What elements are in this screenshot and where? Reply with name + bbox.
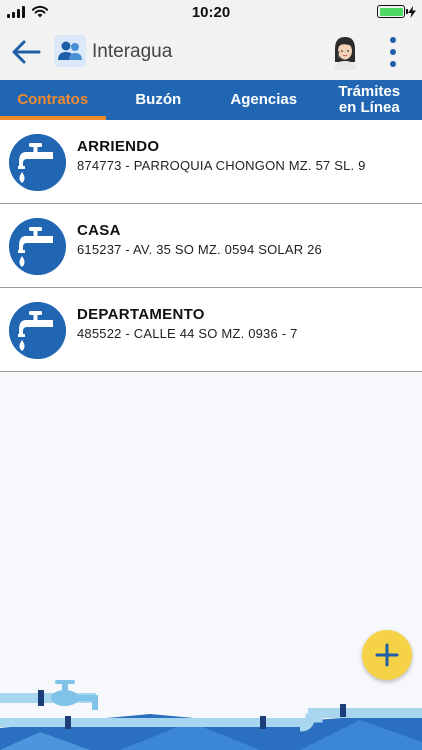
app-logo — [54, 35, 86, 67]
contract-detail: 874773 - PARROQUIA CHONGON MZ. 57 SL. 9 — [77, 158, 366, 173]
status-time: 10:20 — [191, 4, 231, 21]
contract-name: DEPARTAMENTO — [77, 306, 205, 323]
contract-name: ARRIENDO — [77, 138, 160, 155]
battery-fill — [379, 7, 403, 16]
add-contract-button[interactable] — [362, 630, 412, 680]
footer-pipes-illustration — [0, 680, 422, 750]
more-vertical-icon[interactable] — [380, 34, 406, 70]
tab-bar: Contratos Buzón Agencias Trámites en Lín… — [0, 80, 422, 120]
contract-detail: 615237 - AV. 35 SO MZ. 0594 SOLAR 26 — [77, 242, 322, 257]
status-right — [377, 5, 416, 18]
back-button[interactable] — [8, 34, 44, 70]
contract-name: CASA — [77, 222, 121, 239]
water-tap-icon — [9, 218, 66, 275]
plus-icon — [375, 643, 399, 667]
list-item[interactable]: DEPARTAMENTO 485522 - CALLE 44 SO MZ. 09… — [0, 288, 422, 372]
charging-bolt-icon — [408, 5, 416, 18]
tab-tramites-en-linea[interactable]: Trámites en Línea — [317, 80, 422, 120]
tab-contratos[interactable]: Contratos — [0, 80, 106, 120]
arrow-left-icon — [12, 40, 41, 64]
tab-buzon[interactable]: Buzón — [106, 80, 212, 120]
battery-icon — [377, 5, 408, 18]
water-tap-icon — [9, 134, 66, 191]
list-item[interactable]: ARRIENDO 874773 - PARROQUIA CHONGON MZ. … — [0, 120, 422, 204]
list-item[interactable]: CASA 615237 - AV. 35 SO MZ. 0594 SOLAR 2… — [0, 204, 422, 288]
app-title: Interagua — [92, 41, 173, 62]
contract-detail: 485522 - CALLE 44 SO MZ. 0936 - 7 — [77, 326, 298, 341]
tab-agencias[interactable]: Agencias — [211, 80, 317, 120]
water-tap-icon — [9, 302, 66, 359]
contract-list: ARRIENDO 874773 - PARROQUIA CHONGON MZ. … — [0, 120, 422, 372]
support-agent-avatar[interactable] — [330, 34, 360, 70]
status-bar: 10:20 — [0, 0, 422, 24]
users-icon — [58, 41, 82, 60]
app-bar: Interagua — [0, 24, 422, 80]
